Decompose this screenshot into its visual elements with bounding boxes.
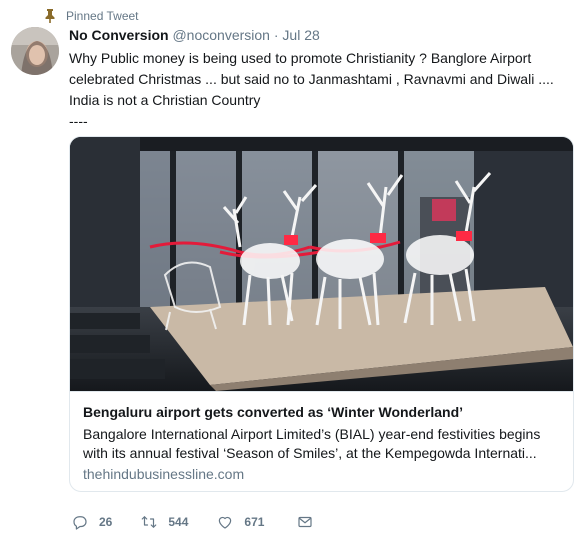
envelope-icon bbox=[298, 516, 313, 528]
retweet-icon bbox=[142, 516, 157, 528]
card-domain[interactable]: thehindubusinessline.com bbox=[83, 466, 244, 482]
author-handle[interactable]: @noconversion bbox=[172, 27, 270, 43]
pinned-tweet-indicator: Pinned Tweet bbox=[44, 9, 139, 23]
avatar-image bbox=[11, 27, 59, 75]
card-image[interactable] bbox=[70, 137, 573, 391]
reply-button[interactable]: 26 bbox=[71, 513, 112, 531]
card-description: Bangalore International Airport Limited’… bbox=[83, 425, 563, 463]
tweet-actions: 26 544 671 bbox=[71, 513, 334, 531]
like-button[interactable]: 671 bbox=[216, 513, 264, 531]
card-description-line: Bangalore International Airport Limited’… bbox=[83, 426, 541, 442]
card-title[interactable]: Bengaluru airport gets converted as ‘Win… bbox=[83, 404, 463, 420]
link-card[interactable]: Bengaluru airport gets converted as ‘Win… bbox=[69, 136, 574, 492]
tweet-header: No Conversion @noconversion · Jul 28 bbox=[69, 27, 320, 43]
reply-icon bbox=[73, 516, 87, 530]
avatar[interactable] bbox=[11, 27, 59, 75]
retweet-button[interactable]: 544 bbox=[140, 513, 188, 531]
tweet-text-line: Why Public money is being used to promot… bbox=[69, 50, 532, 66]
pinned-label: Pinned Tweet bbox=[66, 9, 139, 23]
tweet-date[interactable]: Jul 28 bbox=[282, 27, 319, 43]
like-count: 671 bbox=[244, 515, 265, 529]
direct-message-button[interactable] bbox=[296, 513, 314, 531]
tweet-text: Why Public money is being used to promot… bbox=[69, 48, 574, 132]
card-body[interactable]: Bengaluru airport gets converted as ‘Win… bbox=[70, 391, 573, 491]
reply-count: 26 bbox=[99, 515, 113, 529]
card-description-line: with its annual festival ‘Season of Smil… bbox=[83, 445, 537, 461]
header-separator: · bbox=[273, 27, 279, 43]
tweet-text-line: celebrated Christmas ... but said no to … bbox=[69, 71, 554, 87]
retweet-count: 544 bbox=[168, 515, 189, 529]
heart-icon bbox=[219, 516, 232, 529]
pin-icon bbox=[45, 9, 55, 23]
card-photo bbox=[70, 137, 573, 391]
tweet-text-line: ---- bbox=[69, 113, 88, 129]
tweet-text-line: India is not a Christian Country bbox=[69, 92, 261, 108]
author-name[interactable]: No Conversion bbox=[69, 27, 169, 43]
